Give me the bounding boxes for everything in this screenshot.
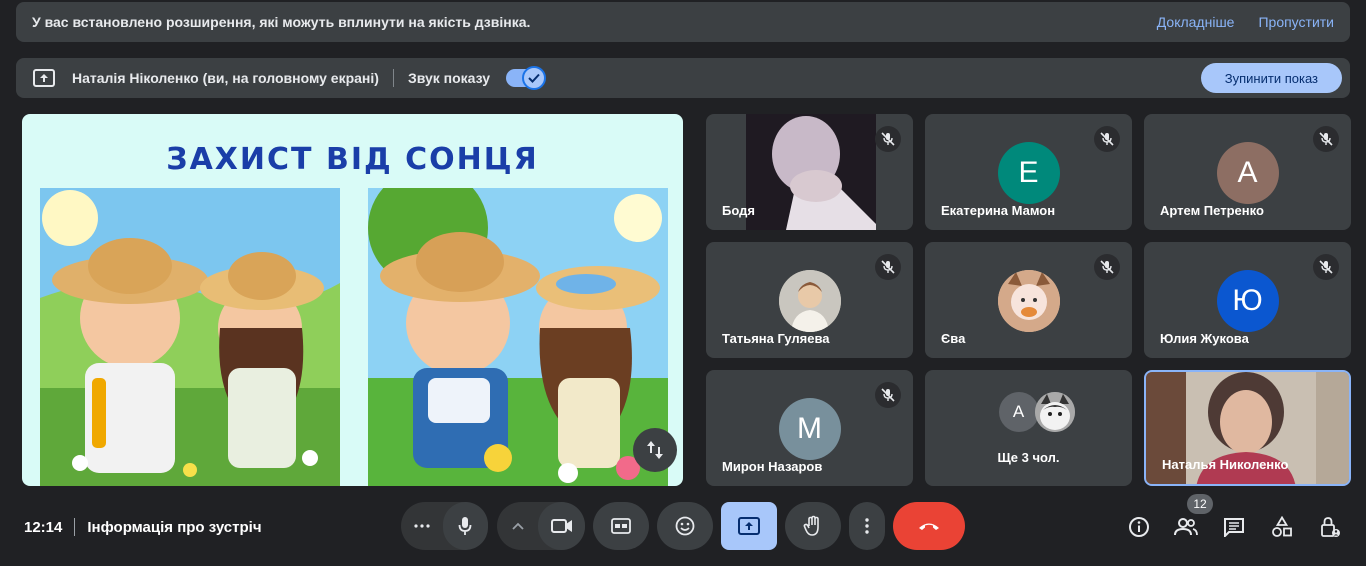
activities-button[interactable] xyxy=(1269,514,1295,540)
participant-name: Артем Петренко xyxy=(1160,203,1264,218)
participant-tile[interactable]: Бодя xyxy=(706,114,913,230)
camera-button[interactable] xyxy=(538,502,585,550)
participant-tile[interactable]: А Артем Петренко xyxy=(1144,114,1351,230)
sound-toggle[interactable] xyxy=(506,66,547,90)
more-participants-tile[interactable]: А Ще 3 чол. xyxy=(925,370,1132,486)
mic-off-icon xyxy=(875,254,901,280)
avatar: Ю xyxy=(1216,270,1279,332)
more-avatars: А xyxy=(998,392,1075,432)
more-options-button[interactable] xyxy=(849,502,885,550)
participant-name: Єва xyxy=(941,331,966,346)
meeting-info-label[interactable]: Інформація про зустріч xyxy=(87,519,261,536)
microphone-button[interactable] xyxy=(442,502,488,550)
people-count-badge: 12 xyxy=(1187,494,1213,514)
avatar: М xyxy=(778,398,841,460)
mic-group xyxy=(401,502,488,550)
participant-name: Юлия Жукова xyxy=(1160,331,1249,346)
stop-presenting-button[interactable]: Зупинити показ xyxy=(1200,63,1342,93)
avatar-photo xyxy=(778,270,841,332)
details-link[interactable]: Докладніше xyxy=(1157,14,1235,30)
participant-name: Наталья Николенко xyxy=(1162,457,1289,472)
participant-tile[interactable]: Е Екатерина Мамон xyxy=(925,114,1132,230)
camera-group xyxy=(497,502,585,550)
divider xyxy=(392,69,394,87)
sound-label: Звук показу xyxy=(407,70,491,86)
meeting-time-info: 12:14 Інформація про зустріч xyxy=(24,518,262,536)
video-options-button[interactable] xyxy=(497,502,538,550)
mic-icon xyxy=(458,517,472,535)
chevron-up-icon xyxy=(511,522,524,530)
participant-name: Татьяна Гуляева xyxy=(722,331,830,346)
present-screen-icon xyxy=(32,66,56,90)
slide-image-left xyxy=(40,188,340,486)
videocam-icon xyxy=(550,519,572,533)
extension-warning-banner: У вас встановлено розширення, які можуть… xyxy=(16,2,1350,42)
more-vert-icon xyxy=(865,518,869,534)
captions-button[interactable] xyxy=(593,502,649,550)
participant-tile[interactable]: Татьяна Гуляева xyxy=(706,242,913,358)
swap-view-button[interactable] xyxy=(633,428,677,472)
chat-button[interactable] xyxy=(1221,514,1247,540)
audio-options-button[interactable] xyxy=(401,502,443,550)
hand-icon xyxy=(803,515,819,536)
self-video-tile[interactable]: Наталья Николенко xyxy=(1144,370,1351,486)
participant-name: Екатерина Мамон xyxy=(941,203,1056,218)
people-icon xyxy=(1174,518,1198,536)
participant-tile[interactable]: Ю Юлия Жукова xyxy=(1144,242,1351,358)
presenting-bar: Наталія Ніколенко (ви, на головному екра… xyxy=(16,58,1350,98)
mic-off-icon xyxy=(1094,126,1120,152)
meeting-details-button[interactable] xyxy=(1126,514,1152,540)
leave-call-button[interactable] xyxy=(893,502,965,550)
avatar: А xyxy=(1216,142,1279,204)
participant-video xyxy=(746,114,876,230)
reactions-button[interactable] xyxy=(657,502,713,550)
chat-icon xyxy=(1224,518,1244,537)
emoji-icon xyxy=(675,516,695,536)
present-screen-button[interactable] xyxy=(721,502,777,550)
participant-name: Бодя xyxy=(722,203,755,218)
banner-message: У вас встановлено розширення, які можуть… xyxy=(32,14,531,30)
avatar: Е xyxy=(997,142,1060,204)
mic-off-icon xyxy=(875,382,901,408)
avatar-photo xyxy=(997,270,1060,332)
participant-name: Мирон Назаров xyxy=(722,459,823,474)
slide-title: ЗАХИСТ ВІД СОНЦЯ xyxy=(166,142,539,177)
info-icon xyxy=(1129,517,1149,537)
divider xyxy=(74,518,76,536)
avatar: А xyxy=(998,392,1039,432)
more-horiz-icon xyxy=(414,524,430,528)
call-end-icon xyxy=(919,523,939,530)
participant-tile[interactable]: Єва xyxy=(925,242,1132,358)
more-participants-label: Ще 3 чол. xyxy=(997,450,1060,465)
host-controls-button[interactable] xyxy=(1317,514,1343,540)
skip-link[interactable]: Пропустити xyxy=(1258,14,1334,30)
presentation-view: ЗАХИСТ ВІД СОНЦЯ xyxy=(22,114,683,486)
mic-off-icon xyxy=(875,126,901,152)
mic-off-icon xyxy=(1094,254,1120,280)
raise-hand-button[interactable] xyxy=(785,502,841,550)
bottom-toolbar: 12:14 Інформація про зустріч 12 xyxy=(0,490,1366,566)
swap-icon xyxy=(647,441,663,459)
clock: 12:14 xyxy=(24,518,63,536)
participant-tile[interactable]: М Мирон Назаров xyxy=(706,370,913,486)
mic-off-icon xyxy=(1313,254,1339,280)
people-button[interactable] xyxy=(1173,514,1199,540)
activities-icon xyxy=(1272,516,1292,537)
check-icon xyxy=(522,66,547,90)
present-to-all-icon xyxy=(738,517,760,535)
closed-captions-icon xyxy=(611,518,631,534)
avatar-photo xyxy=(1034,392,1075,432)
mic-off-icon xyxy=(1313,126,1339,152)
presenter-label: Наталія Ніколенко (ви, на головному екра… xyxy=(72,70,379,86)
lock-person-icon xyxy=(1321,517,1340,537)
slide-image-right xyxy=(368,188,668,486)
